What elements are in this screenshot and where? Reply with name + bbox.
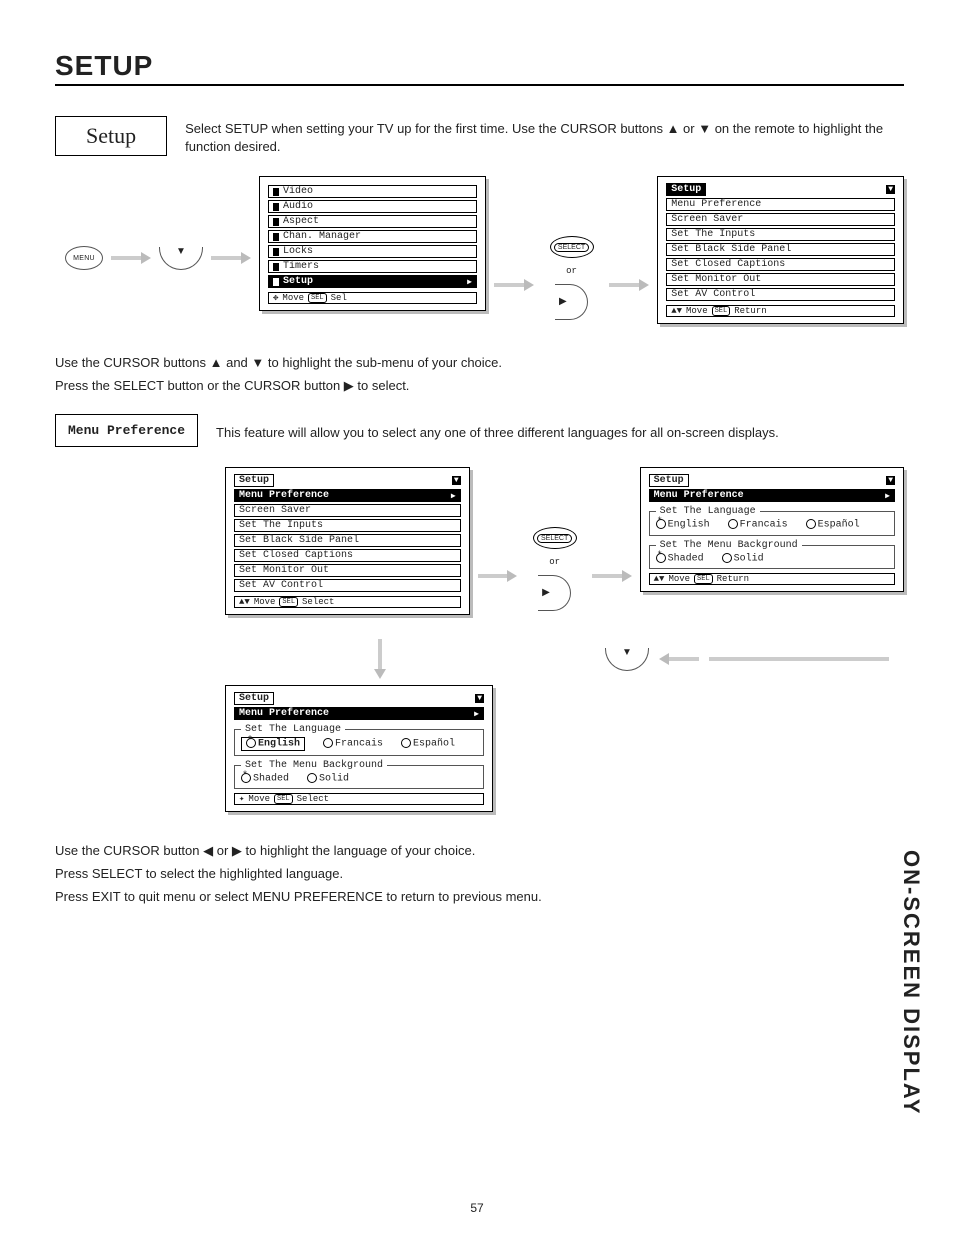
osd-menu-preference-panel-selected: Setup▼ Menu Preference▶ Set The Language… <box>225 685 493 812</box>
setup-item: Set Monitor Out <box>234 564 461 577</box>
flow-arrow-right-icon <box>211 253 251 263</box>
or-label: or <box>549 557 560 567</box>
section-side-label: ON-SCREEN DISPLAY <box>898 850 924 1115</box>
menu-item-audio: Audio <box>268 200 477 213</box>
or-label: or <box>566 266 577 276</box>
menu-item-locks: Locks <box>268 245 477 258</box>
setup-intro-text: Select SETUP when setting your TV up for… <box>185 116 904 156</box>
page-title: SETUP <box>55 50 904 86</box>
setup-box: Setup <box>55 116 167 156</box>
remote-cursor-right-icon: ▶ <box>538 575 571 611</box>
background-fieldset: Set The Menu Background Shaded Solid <box>234 760 484 790</box>
flow-arrow-left-icon <box>659 654 699 664</box>
setup-item: Screen Saver <box>234 504 461 517</box>
osd-main-menu: Video Audio Aspect Chan. Manager Locks T… <box>259 176 486 311</box>
setup-item: Set Black Side Panel <box>666 243 895 256</box>
menu-footer-hint: ✥Move SEL Sel <box>268 292 477 304</box>
osd-setup-menu: Setup▼ Menu Preference Screen Saver Set … <box>657 176 904 324</box>
menu-preference-description: This feature will allow you to select an… <box>216 414 904 442</box>
setup-item: Set Monitor Out <box>666 273 895 286</box>
osd-setup-menu-highlighted: Setup▼ Menu Preference▶ Screen Saver Set… <box>225 467 470 615</box>
menu-footer-hint: ✦Move SEL Select <box>234 793 484 805</box>
remote-select-button-icon: SELECT <box>550 236 594 258</box>
flow-arrow-right-icon <box>111 253 151 263</box>
flow-arrow-right-icon <box>478 571 517 581</box>
flow-arrow-right-icon <box>592 571 631 581</box>
pref-highlight: Menu Preference▶ <box>649 489 895 502</box>
remote-cursor-right-icon: ▶ <box>555 284 588 320</box>
setup-item: Set Closed Captions <box>666 258 895 271</box>
instruction-text: Press EXIT to quit menu or select MENU P… <box>55 888 904 907</box>
setup-item: Set AV Control <box>234 579 461 592</box>
setup-item: Screen Saver <box>666 213 895 226</box>
menu-item-chan-manager: Chan. Manager <box>268 230 477 243</box>
setup-item: Set Closed Captions <box>234 549 461 562</box>
language-fieldset: Set The Language English Francais Españo… <box>234 724 484 756</box>
instruction-text: Use the CURSOR button ◀ or ▶ to highligh… <box>55 842 904 861</box>
instruction-text: Press the SELECT button or the CURSOR bu… <box>55 377 904 396</box>
setup-item: Menu Preference <box>666 198 895 211</box>
background-fieldset: Set The Menu Background Shaded Solid <box>649 540 895 570</box>
setup-item-highlight: Menu Preference▶ <box>234 489 461 502</box>
flow-arrow-right-icon <box>494 280 534 290</box>
menu-item-aspect: Aspect <box>268 215 477 228</box>
remote-menu-button-icon: MENU <box>65 246 103 270</box>
menu-footer-hint: ▲▼Move SEL Return <box>666 305 895 317</box>
setup-item: Set Black Side Panel <box>234 534 461 547</box>
remote-select-button-icon: SELECT <box>533 527 577 549</box>
setup-item: Set The Inputs <box>666 228 895 241</box>
remote-cursor-down-icon: ▼ <box>159 247 203 270</box>
flow-arrow-down-icon <box>375 639 385 679</box>
remote-cursor-down-icon: ▼ <box>605 648 649 671</box>
menu-footer-hint: ▲▼Move SEL Return <box>649 573 895 585</box>
osd-menu-preference-panel: Setup▼ Menu Preference▶ Set The Language… <box>640 467 904 592</box>
setup-item: Set AV Control <box>666 288 895 301</box>
flow-arrow-right-icon <box>609 280 649 290</box>
pref-highlight: Menu Preference▶ <box>234 707 484 720</box>
menu-item-timers: Timers <box>268 260 477 273</box>
menu-footer-hint: ▲▼Move SEL Select <box>234 596 461 608</box>
instruction-text: Press SELECT to select the highlighted l… <box>55 865 904 884</box>
menu-preference-box: Menu Preference <box>55 414 198 447</box>
menu-item-setup: Setup▶ <box>268 275 477 288</box>
menu-item-video: Video <box>268 185 477 198</box>
page-number: 57 <box>0 1201 954 1215</box>
setup-item: Set The Inputs <box>234 519 461 532</box>
instruction-text: Use the CURSOR buttons ▲ and ▼ to highli… <box>55 354 904 373</box>
language-fieldset: Set The Language English Francais Españo… <box>649 506 895 536</box>
flow-line <box>709 657 889 661</box>
